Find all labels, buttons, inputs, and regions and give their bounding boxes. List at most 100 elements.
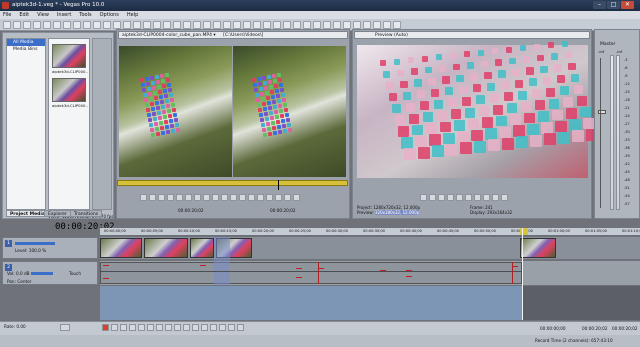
- toolbar-icon[interactable]: [393, 21, 401, 29]
- toolbar-icon[interactable]: [313, 21, 321, 29]
- toolbar-icon[interactable]: [133, 21, 141, 29]
- toolbar-icon[interactable]: [333, 21, 341, 29]
- volume-slider[interactable]: [31, 272, 53, 275]
- media-thumbnail[interactable]: [52, 44, 86, 68]
- toolbar-icon[interactable]: [173, 21, 181, 29]
- tab-explorer[interactable]: Explorer: [44, 210, 71, 217]
- video-event[interactable]: [190, 238, 214, 258]
- transport-button[interactable]: [201, 324, 208, 331]
- toolbar-icon[interactable]: [213, 21, 221, 29]
- toolbar-icon[interactable]: [183, 21, 191, 29]
- preview-control-button[interactable]: [438, 194, 445, 201]
- video-event[interactable]: [520, 238, 556, 258]
- preview-quality[interactable]: Preview (Auto): [375, 33, 408, 38]
- trimmer-control-button[interactable]: [212, 194, 219, 201]
- trimmer-control-button[interactable]: [248, 194, 255, 201]
- transport-button[interactable]: [183, 324, 190, 331]
- toolbar-icon[interactable]: [253, 21, 261, 29]
- menu-view[interactable]: View: [37, 12, 49, 18]
- toolbar-icon[interactable]: [273, 21, 281, 29]
- transport-button[interactable]: [156, 324, 163, 331]
- transport-button[interactable]: [111, 324, 118, 331]
- trimmer-control-button[interactable]: [203, 194, 210, 201]
- trimmer-control-button[interactable]: [266, 194, 273, 201]
- preview-control-button[interactable]: [483, 194, 490, 201]
- preview-control-button[interactable]: [492, 194, 499, 201]
- playhead-cursor[interactable]: [522, 228, 523, 320]
- video-event[interactable]: [144, 238, 188, 258]
- menu-file[interactable]: File: [3, 12, 11, 18]
- trimmer-control-button[interactable]: [158, 194, 165, 201]
- toolbar-icon[interactable]: [103, 21, 111, 29]
- preview-control-button[interactable]: [465, 194, 472, 201]
- toolbar-icon[interactable]: [43, 21, 51, 29]
- toolbar-icon[interactable]: [323, 21, 331, 29]
- toolbar-icon[interactable]: [123, 21, 131, 29]
- trimmer-control-button[interactable]: [284, 194, 291, 201]
- media-scroll-area[interactable]: [92, 38, 112, 210]
- trimmer-control-button[interactable]: [140, 194, 147, 201]
- toolbar-icon[interactable]: [243, 21, 251, 29]
- trimmer-control-button[interactable]: [239, 194, 246, 201]
- video-event[interactable]: [100, 238, 142, 258]
- trimmer-control-button[interactable]: [185, 194, 192, 201]
- toolbar-icon[interactable]: [33, 21, 41, 29]
- toolbar-icon[interactable]: [153, 21, 161, 29]
- pan-value[interactable]: Center: [17, 279, 31, 284]
- toolbar-icon[interactable]: [193, 21, 201, 29]
- maximize-button[interactable]: □: [607, 1, 620, 9]
- toolbar-icon[interactable]: [263, 21, 271, 29]
- audio-event[interactable]: [100, 262, 522, 284]
- preview-control-button[interactable]: [420, 194, 427, 201]
- transport-button[interactable]: [129, 324, 136, 331]
- transport-button[interactable]: [174, 324, 181, 331]
- trimmer-control-button[interactable]: [149, 194, 156, 201]
- minimize-button[interactable]: –: [593, 1, 606, 9]
- toolbar-icon[interactable]: [223, 21, 231, 29]
- crossfade-region[interactable]: [214, 237, 230, 285]
- rate-slider[interactable]: [60, 324, 70, 331]
- tree-media-bins[interactable]: Media Bins: [7, 46, 45, 53]
- vol-value[interactable]: 0.0 dB: [16, 271, 30, 276]
- menu-insert[interactable]: Insert: [57, 12, 71, 18]
- preview-control-button[interactable]: [501, 194, 508, 201]
- trimmer-control-button[interactable]: [194, 194, 201, 201]
- toolbar-icon[interactable]: [93, 21, 101, 29]
- transport-button[interactable]: [147, 324, 154, 331]
- trimmer-control-button[interactable]: [230, 194, 237, 201]
- toolbar-icon[interactable]: [83, 21, 91, 29]
- toolbar-icon[interactable]: [383, 21, 391, 29]
- toolbar-icon[interactable]: [143, 21, 151, 29]
- trimmer-cursor[interactable]: [278, 180, 279, 190]
- preview-control-button[interactable]: [456, 194, 463, 201]
- toolbar-icon[interactable]: [3, 21, 11, 29]
- transport-button[interactable]: [219, 324, 226, 331]
- toolbar-icon[interactable]: [13, 21, 21, 29]
- toolbar-icon[interactable]: [373, 21, 381, 29]
- toolbar-icon[interactable]: [283, 21, 291, 29]
- toolbar-icon[interactable]: [353, 21, 361, 29]
- toolbar-icon[interactable]: [293, 21, 301, 29]
- toolbar-icon[interactable]: [203, 21, 211, 29]
- transport-button[interactable]: [210, 324, 217, 331]
- toolbar-icon[interactable]: [303, 21, 311, 29]
- trimmer-control-button[interactable]: [275, 194, 282, 201]
- trimmer-control-button[interactable]: [176, 194, 183, 201]
- toolbar-icon[interactable]: [53, 21, 61, 29]
- close-button[interactable]: ✕: [621, 1, 634, 9]
- preview-control-button[interactable]: [447, 194, 454, 201]
- toolbar-icon[interactable]: [233, 21, 241, 29]
- trimmer-control-button[interactable]: [293, 194, 300, 201]
- trimmer-control-button[interactable]: [167, 194, 174, 201]
- transport-button[interactable]: [165, 324, 172, 331]
- transport-button[interactable]: [192, 324, 199, 331]
- tree-all-media[interactable]: All Media: [7, 39, 45, 46]
- toolbar-icon[interactable]: [363, 21, 371, 29]
- toolbar-icon[interactable]: [73, 21, 81, 29]
- toolbar-icon[interactable]: [23, 21, 31, 29]
- level-value[interactable]: 100.0 %: [29, 248, 46, 253]
- preview-control-button[interactable]: [429, 194, 436, 201]
- preview-control-button[interactable]: [474, 194, 481, 201]
- media-thumbnail[interactable]: [52, 78, 86, 102]
- trimmer-control-button[interactable]: [221, 194, 228, 201]
